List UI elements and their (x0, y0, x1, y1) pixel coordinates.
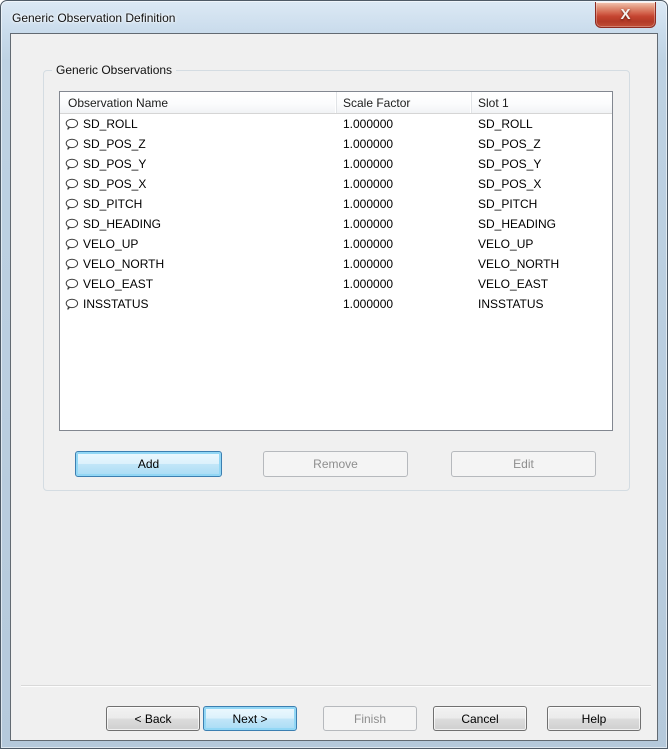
observation-balloon-icon (65, 138, 80, 151)
slot1-value: SD_HEADING (478, 217, 557, 231)
slot1-value: VELO_EAST (478, 277, 549, 291)
observation-balloon-icon (65, 278, 80, 291)
observation-name: VELO_UP (83, 237, 139, 251)
observation-name: VELO_EAST (83, 277, 154, 291)
window-title: Generic Observation Definition (12, 11, 176, 25)
observation-balloon-icon (65, 198, 80, 211)
column-header-observation-name[interactable]: Observation Name (60, 92, 337, 113)
table-row[interactable]: SD_POS_X 1.000000 SD_POS_X (60, 174, 612, 194)
table-row[interactable]: SD_ROLL 1.000000 SD_ROLL (60, 114, 612, 134)
slot1-value: VELO_NORTH (478, 257, 560, 271)
add-button[interactable]: Add (75, 451, 222, 477)
scale-factor-value: 1.000000 (343, 137, 394, 151)
slot1-value: SD_POS_Z (478, 137, 541, 151)
table-body: SD_ROLL 1.000000 SD_ROLL SD_POS_Z 1.0000… (60, 114, 612, 314)
scale-factor-value: 1.000000 (343, 117, 394, 131)
observation-name: SD_HEADING (83, 217, 162, 231)
scale-factor-value: 1.000000 (343, 257, 394, 271)
column-header-scale-factor[interactable]: Scale Factor (337, 92, 472, 113)
observation-name: SD_PITCH (83, 197, 143, 211)
scale-factor-value: 1.000000 (343, 297, 394, 311)
table-row[interactable]: SD_HEADING 1.000000 SD_HEADING (60, 214, 612, 234)
next-button[interactable]: Next > (203, 706, 297, 731)
table-row[interactable]: VELO_NORTH 1.000000 VELO_NORTH (60, 254, 612, 274)
table-header: Observation Name Scale Factor Slot 1 (60, 92, 612, 114)
groupbox-label: Generic Observations (52, 63, 177, 77)
scale-factor-value: 1.000000 (343, 237, 394, 251)
table-row[interactable]: VELO_EAST 1.000000 VELO_EAST (60, 274, 612, 294)
observations-table[interactable]: Observation Name Scale Factor Slot 1 SD_… (59, 91, 613, 431)
observation-balloon-icon (65, 178, 80, 191)
slot1-value: SD_POS_X (478, 177, 542, 191)
observation-balloon-icon (65, 218, 80, 231)
title-bar[interactable]: Generic Observation Definition X (1, 1, 667, 33)
close-button[interactable]: X (595, 2, 656, 28)
slot1-value: VELO_UP (478, 237, 534, 251)
scale-factor-value: 1.000000 (343, 277, 394, 291)
back-button[interactable]: < Back (106, 706, 200, 731)
slot1-value: SD_ROLL (478, 117, 533, 131)
edit-button: Edit (451, 451, 596, 477)
observation-name: SD_ROLL (83, 117, 138, 131)
observation-balloon-icon (65, 298, 80, 311)
table-row[interactable]: VELO_UP 1.000000 VELO_UP (60, 234, 612, 254)
dialog-window: Generic Observation Definition X Generic… (0, 0, 668, 749)
dialog-body: Generic Observations Observation Name Sc… (10, 33, 658, 741)
observation-balloon-icon (65, 118, 80, 131)
table-row[interactable]: SD_POS_Y 1.000000 SD_POS_Y (60, 154, 612, 174)
finish-button: Finish (323, 706, 417, 731)
observation-name: SD_POS_Z (83, 137, 146, 151)
slot1-value: SD_POS_Y (478, 157, 542, 171)
observation-name: VELO_NORTH (83, 257, 165, 271)
help-button[interactable]: Help (547, 706, 641, 731)
observation-balloon-icon (65, 158, 80, 171)
scale-factor-value: 1.000000 (343, 197, 394, 211)
observation-balloon-icon (65, 238, 80, 251)
table-row[interactable]: SD_POS_Z 1.000000 SD_POS_Z (60, 134, 612, 154)
slot1-value: SD_PITCH (478, 197, 538, 211)
scale-factor-value: 1.000000 (343, 217, 394, 231)
slot1-value: INSSTATUS (478, 297, 544, 311)
table-row[interactable]: INSSTATUS 1.000000 INSSTATUS (60, 294, 612, 314)
observation-name: SD_POS_X (83, 177, 147, 191)
table-row[interactable]: SD_PITCH 1.000000 SD_PITCH (60, 194, 612, 214)
scale-factor-value: 1.000000 (343, 177, 394, 191)
scale-factor-value: 1.000000 (343, 157, 394, 171)
cancel-button[interactable]: Cancel (433, 706, 527, 731)
column-header-slot1[interactable]: Slot 1 (472, 92, 612, 113)
close-icon: X (620, 6, 631, 23)
remove-button: Remove (263, 451, 408, 477)
footer-separator (21, 685, 651, 687)
observation-balloon-icon (65, 258, 80, 271)
observation-name: INSSTATUS (83, 297, 149, 311)
observation-name: SD_POS_Y (83, 157, 147, 171)
